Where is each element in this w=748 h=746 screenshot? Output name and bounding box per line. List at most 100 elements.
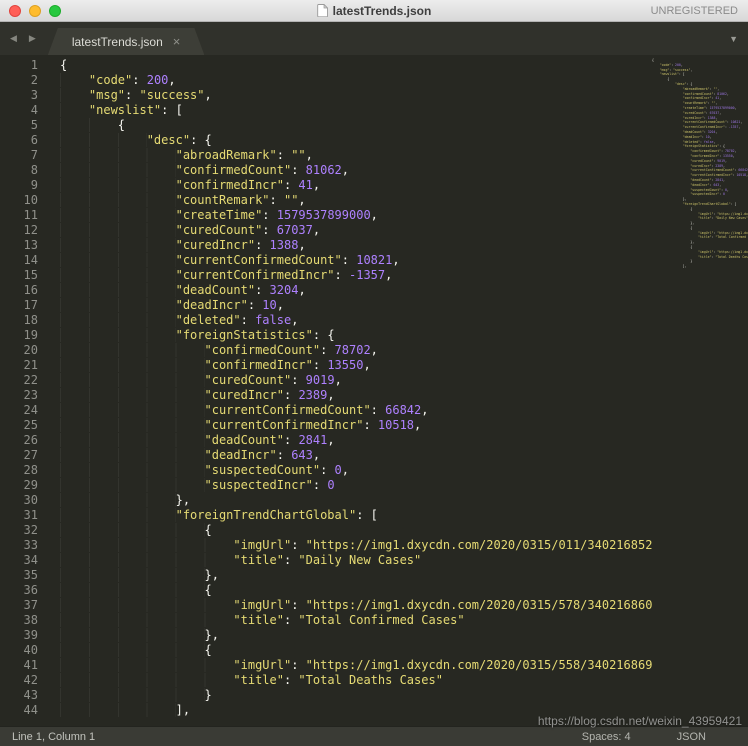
line-number: 42	[0, 673, 46, 688]
line-number: 30	[0, 493, 46, 508]
code-line: "foreignTrendChartGlobal": [	[46, 508, 748, 523]
code-line: },	[46, 628, 748, 643]
line-number: 26	[0, 433, 46, 448]
line-number: 8	[0, 163, 46, 178]
minimap-content: { "code": 200, "msg": "success", "newsli…	[652, 55, 748, 269]
code-line: {	[46, 58, 748, 73]
line-number: 23	[0, 388, 46, 403]
line-number: 5	[0, 118, 46, 133]
line-number: 36	[0, 583, 46, 598]
line-number: 31	[0, 508, 46, 523]
tab-close-icon[interactable]: ×	[173, 35, 181, 48]
line-number: 24	[0, 403, 46, 418]
line-number: 19	[0, 328, 46, 343]
code-line: "currentConfirmedCount": 10821,	[46, 253, 748, 268]
history-forward-icon[interactable]: ▶	[29, 33, 36, 44]
line-number: 22	[0, 373, 46, 388]
code-line: {	[46, 523, 748, 538]
minimap-line: ],	[652, 264, 748, 269]
code-line: "imgUrl": "https://img1.dxycdn.com/2020/…	[46, 598, 748, 613]
window-title: latestTrends.json	[333, 4, 432, 18]
code-line: "curedIncr": 1388,	[46, 238, 748, 253]
line-number: 10	[0, 193, 46, 208]
code-line: {	[46, 583, 748, 598]
code-line: "deleted": false,	[46, 313, 748, 328]
line-number: 20	[0, 343, 46, 358]
line-number: 38	[0, 613, 46, 628]
line-number: 28	[0, 463, 46, 478]
line-number-gutter[interactable]: 1234567891011121314151617181920212223242…	[0, 55, 46, 726]
code-line: "msg": "success",	[46, 88, 748, 103]
minimap[interactable]: { "code": 200, "msg": "success", "newsli…	[652, 55, 748, 726]
status-right-group: Spaces: 4 JSON	[582, 731, 748, 743]
code-line: "foreignStatistics": {	[46, 328, 748, 343]
line-number: 17	[0, 298, 46, 313]
minimize-window-button[interactable]	[29, 5, 41, 17]
code-line: "title": "Daily New Cases"	[46, 553, 748, 568]
line-number: 25	[0, 418, 46, 433]
code-line: "currentConfirmedIncr": -1357,	[46, 268, 748, 283]
code-line: "curedCount": 9019,	[46, 373, 748, 388]
line-number: 33	[0, 538, 46, 553]
line-number: 39	[0, 628, 46, 643]
line-number: 32	[0, 523, 46, 538]
status-bar: Line 1, Column 1 Spaces: 4 JSON	[0, 726, 748, 746]
code-line: ],	[46, 703, 748, 718]
code-line: "title": "Total Deaths Cases"	[46, 673, 748, 688]
line-number: 37	[0, 598, 46, 613]
code-line: "title": "Total Confirmed Cases"	[46, 613, 748, 628]
code-line: "curedCount": 67037,	[46, 223, 748, 238]
syntax-selector[interactable]: JSON	[677, 731, 706, 743]
code-line: "imgUrl": "https://img1.dxycdn.com/2020/…	[46, 538, 748, 553]
tab-bar: ◀ ▶ latestTrends.json × ▼	[0, 22, 748, 55]
line-number: 18	[0, 313, 46, 328]
code-line: "createTime": 1579537899000,	[46, 208, 748, 223]
line-number: 29	[0, 478, 46, 493]
history-nav: ◀ ▶	[0, 22, 48, 55]
traffic-lights	[0, 5, 61, 17]
code-line: "code": 200,	[46, 73, 748, 88]
titlebar[interactable]: latestTrends.json UNREGISTERED	[0, 0, 748, 22]
caret-position[interactable]: Line 1, Column 1	[0, 731, 95, 743]
editor: 1234567891011121314151617181920212223242…	[0, 55, 748, 726]
code-line: "confirmedCount": 81062,	[46, 163, 748, 178]
code-line: {	[46, 118, 748, 133]
line-number: 44	[0, 703, 46, 718]
code-line: "curedIncr": 2389,	[46, 388, 748, 403]
registration-status: UNREGISTERED	[651, 5, 738, 17]
document-icon	[317, 4, 328, 17]
code-line: },	[46, 493, 748, 508]
code-line: "deadCount": 3204,	[46, 283, 748, 298]
code-line: {	[46, 643, 748, 658]
line-number: 6	[0, 133, 46, 148]
line-number: 21	[0, 358, 46, 373]
history-back-icon[interactable]: ◀	[10, 33, 17, 44]
code-line: "newslist": [	[46, 103, 748, 118]
window-title-group: latestTrends.json	[0, 0, 748, 21]
code-line: "countRemark": "",	[46, 193, 748, 208]
zoom-window-button[interactable]	[49, 5, 61, 17]
code-line: "deadCount": 2841,	[46, 433, 748, 448]
line-number: 11	[0, 208, 46, 223]
code-line: "currentConfirmedIncr": 10518,	[46, 418, 748, 433]
code-line: "imgUrl": "https://img1.dxycdn.com/2020/…	[46, 658, 748, 673]
line-number: 1	[0, 58, 46, 73]
code-area[interactable]: { "code": 200, "msg": "success", "newsli…	[46, 55, 748, 726]
code-line: "confirmedIncr": 13550,	[46, 358, 748, 373]
line-number: 34	[0, 553, 46, 568]
code-line: "abroadRemark": "",	[46, 148, 748, 163]
line-number: 3	[0, 88, 46, 103]
tab-latesttrends-json[interactable]: latestTrends.json ×	[48, 28, 205, 55]
line-number: 16	[0, 283, 46, 298]
line-number: 14	[0, 253, 46, 268]
tab-label: latestTrends.json	[72, 35, 163, 49]
line-number: 13	[0, 238, 46, 253]
sublime-window: latestTrends.json UNREGISTERED ◀ ▶ lates…	[0, 0, 748, 746]
code-line: "desc": {	[46, 133, 748, 148]
code-line: "currentConfirmedCount": 66842,	[46, 403, 748, 418]
line-number: 4	[0, 103, 46, 118]
tab-overflow-menu-icon[interactable]: ▼	[729, 34, 748, 44]
close-window-button[interactable]	[9, 5, 21, 17]
code-line: "confirmedCount": 78702,	[46, 343, 748, 358]
indentation-setting[interactable]: Spaces: 4	[582, 731, 631, 743]
